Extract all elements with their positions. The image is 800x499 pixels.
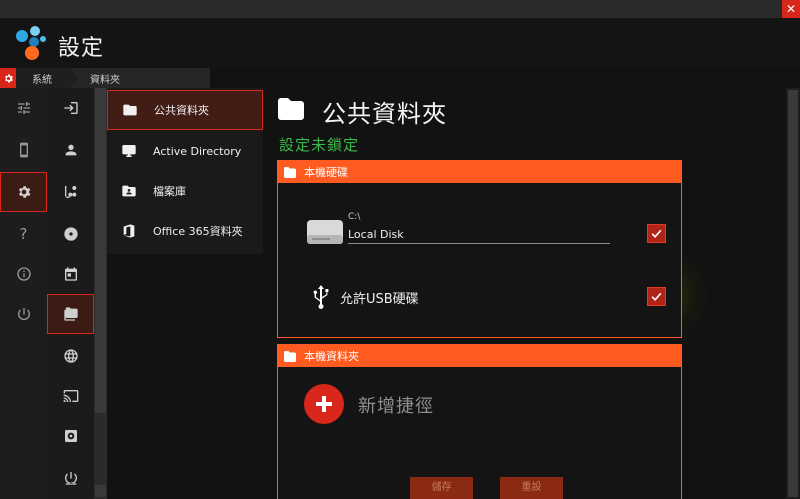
local-disk-section: 本機硬碟 C:\ Local Disk 允許USB硬碟: [277, 160, 682, 338]
nav-power[interactable]: [0, 294, 47, 334]
mobile-icon: [19, 142, 28, 158]
breadcrumb-label: 系統: [32, 74, 52, 86]
usb-icon: [313, 285, 329, 309]
app-logo-icon: [16, 26, 46, 60]
nav-plugins[interactable]: [47, 416, 94, 456]
local-folder-section: 本機資料夾 新增捷徑: [277, 344, 682, 499]
sub-item-label: 公共資料夾: [154, 104, 209, 117]
nav-shutdown[interactable]: [47, 458, 94, 498]
reset-button[interactable]: 重設: [500, 477, 563, 499]
nav-calendar[interactable]: [47, 254, 94, 294]
calendar-icon: [64, 267, 77, 281]
gear-icon: [18, 186, 30, 198]
nav-settings[interactable]: [0, 172, 47, 212]
checkmark-icon: [651, 292, 662, 301]
sub-menu: 公共資料夾 Active Directory 檔案庫 Office 365資料夾: [107, 88, 263, 254]
nav-folders[interactable]: [47, 294, 94, 334]
nav-scrollbar[interactable]: [94, 88, 107, 499]
nav-sliders[interactable]: [0, 88, 47, 128]
main-scrollbar-thumb[interactable]: [788, 90, 798, 497]
shutdown-icon: [64, 472, 77, 485]
person-icon: [65, 144, 76, 156]
disk-name-field[interactable]: Local Disk: [348, 228, 610, 244]
nav-mobile[interactable]: [0, 130, 47, 170]
breadcrumb-home-gear-icon[interactable]: [0, 68, 16, 88]
sub-item-office365[interactable]: Office 365資料夾: [107, 211, 263, 251]
section-title: 本機硬碟: [304, 166, 348, 179]
section-header: 本機資料夾: [278, 345, 681, 367]
section-header: 本機硬碟: [278, 161, 681, 183]
nav-scrollbar-thumb[interactable]: [95, 88, 106, 413]
nav-login[interactable]: [47, 88, 94, 128]
section-title: 本機資料夾: [304, 350, 359, 363]
folder-icon: [284, 166, 296, 178]
cast-icon: [63, 390, 78, 402]
nav-cast[interactable]: [47, 376, 94, 416]
nav-disc[interactable]: [47, 214, 94, 254]
nav-groups[interactable]: [47, 172, 94, 212]
contact-folder-icon: [122, 185, 136, 197]
app-title: 設定: [58, 36, 105, 61]
checkmark-icon: [651, 229, 662, 238]
usb-checkbox[interactable]: [647, 287, 666, 306]
nav-person[interactable]: [47, 130, 94, 170]
info-icon: [16, 267, 31, 281]
sub-item-label: Active Directory: [153, 144, 242, 158]
nav-info[interactable]: [0, 254, 47, 294]
main-scrollbar[interactable]: [786, 88, 800, 499]
nav-globe[interactable]: [47, 336, 94, 376]
breadcrumb: 系統 資料夾: [0, 68, 210, 88]
window-top-bar: [0, 0, 800, 18]
usb-label: 允許USB硬碟: [340, 292, 419, 307]
disk-checkbox[interactable]: [647, 224, 666, 243]
disc-icon: [63, 227, 78, 241]
plugin-icon: [64, 430, 77, 442]
page-title: 公共資料夾: [322, 100, 447, 128]
breadcrumb-item-system[interactable]: 系統: [16, 68, 78, 88]
sub-item-public-folder[interactable]: 公共資料夾: [107, 90, 263, 130]
plus-icon: [316, 396, 332, 412]
primary-nav-rail: ?: [0, 88, 47, 499]
breadcrumb-item-folder[interactable]: 資料夾: [70, 68, 210, 88]
sub-item-archive[interactable]: 檔案庫: [107, 171, 263, 211]
folder-icon: [123, 104, 137, 116]
login-icon: [63, 102, 78, 114]
office-icon: [123, 224, 135, 238]
power-icon: [17, 308, 30, 321]
monitor-icon: [122, 145, 136, 157]
folders-icon: [63, 307, 78, 321]
sub-item-label: Office 365資料夾: [153, 225, 243, 238]
save-button[interactable]: 儲存: [410, 477, 473, 499]
nav-help[interactable]: ?: [0, 214, 47, 254]
sliders-icon: [17, 102, 30, 114]
folder-icon: [278, 98, 304, 120]
add-shortcut-label[interactable]: 新增捷徑: [358, 392, 434, 418]
add-shortcut-button[interactable]: [304, 384, 344, 424]
sub-item-active-directory[interactable]: Active Directory: [107, 131, 263, 171]
title-bar: 設定: [0, 18, 800, 68]
disk-path-label: C:\: [348, 212, 361, 222]
sub-item-label: 檔案庫: [153, 185, 186, 198]
folder-icon: [284, 350, 296, 362]
globe-icon: [63, 349, 78, 363]
breadcrumb-label: 資料夾: [90, 74, 120, 86]
hard-disk-icon: [307, 220, 343, 244]
nav-scrollbar-arrow[interactable]: [95, 485, 106, 497]
secondary-nav-rail: [47, 88, 94, 499]
window-close-button[interactable]: ✕: [782, 0, 800, 18]
group-icon: [64, 186, 76, 198]
help-icon: ?: [19, 225, 28, 243]
lock-status-text: 設定未鎖定: [279, 136, 360, 154]
